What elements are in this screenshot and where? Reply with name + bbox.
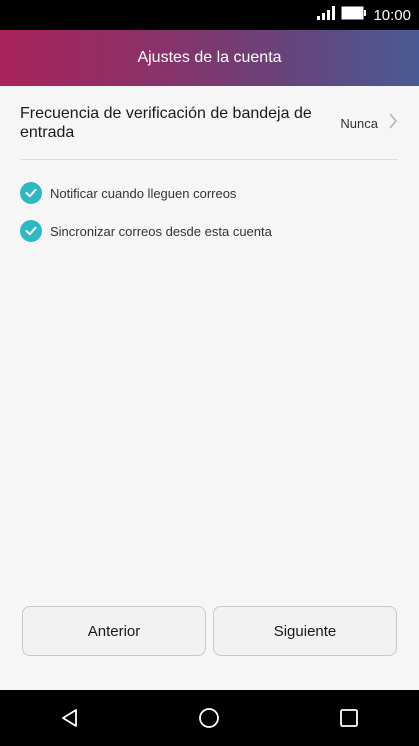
checkbox-checked-icon[interactable] — [20, 220, 42, 242]
battery-icon — [341, 6, 367, 25]
frequency-value: Nunca — [340, 115, 378, 131]
checkbox-checked-icon[interactable] — [20, 182, 42, 204]
page-title: Ajustes de la cuenta — [137, 49, 282, 66]
frequency-label: Frecuencia de verificación de bandeja de… — [20, 105, 312, 141]
sync-option-label: Sincronizar correos desde esta cuenta — [50, 223, 272, 239]
navigation-bar — [0, 690, 419, 746]
signal-icon — [317, 5, 336, 25]
app-header: Ajustes de la cuenta — [0, 30, 419, 86]
recents-icon[interactable] — [329, 698, 369, 738]
chevron-right-icon — [388, 112, 398, 135]
status-bar: 10:00 — [0, 0, 419, 30]
sync-option[interactable]: Sincronizar correos desde esta cuenta — [20, 220, 272, 242]
home-icon[interactable] — [189, 698, 229, 738]
status-time: 10:00 — [373, 6, 411, 24]
settings-content: Frecuencia de verificación de bandeja de… — [0, 86, 419, 690]
next-button[interactable]: Siguiente — [213, 606, 397, 656]
notify-option[interactable]: Notificar cuando lleguen correos — [20, 182, 236, 204]
frequency-setting-row[interactable]: Frecuencia de verificación de bandeja de… — [20, 100, 398, 146]
back-icon[interactable] — [50, 698, 90, 738]
divider — [20, 159, 398, 160]
notify-option-label: Notificar cuando lleguen correos — [50, 185, 237, 201]
previous-button[interactable]: Anterior — [22, 606, 206, 656]
frequency-value-group: Nunca — [340, 112, 398, 135]
